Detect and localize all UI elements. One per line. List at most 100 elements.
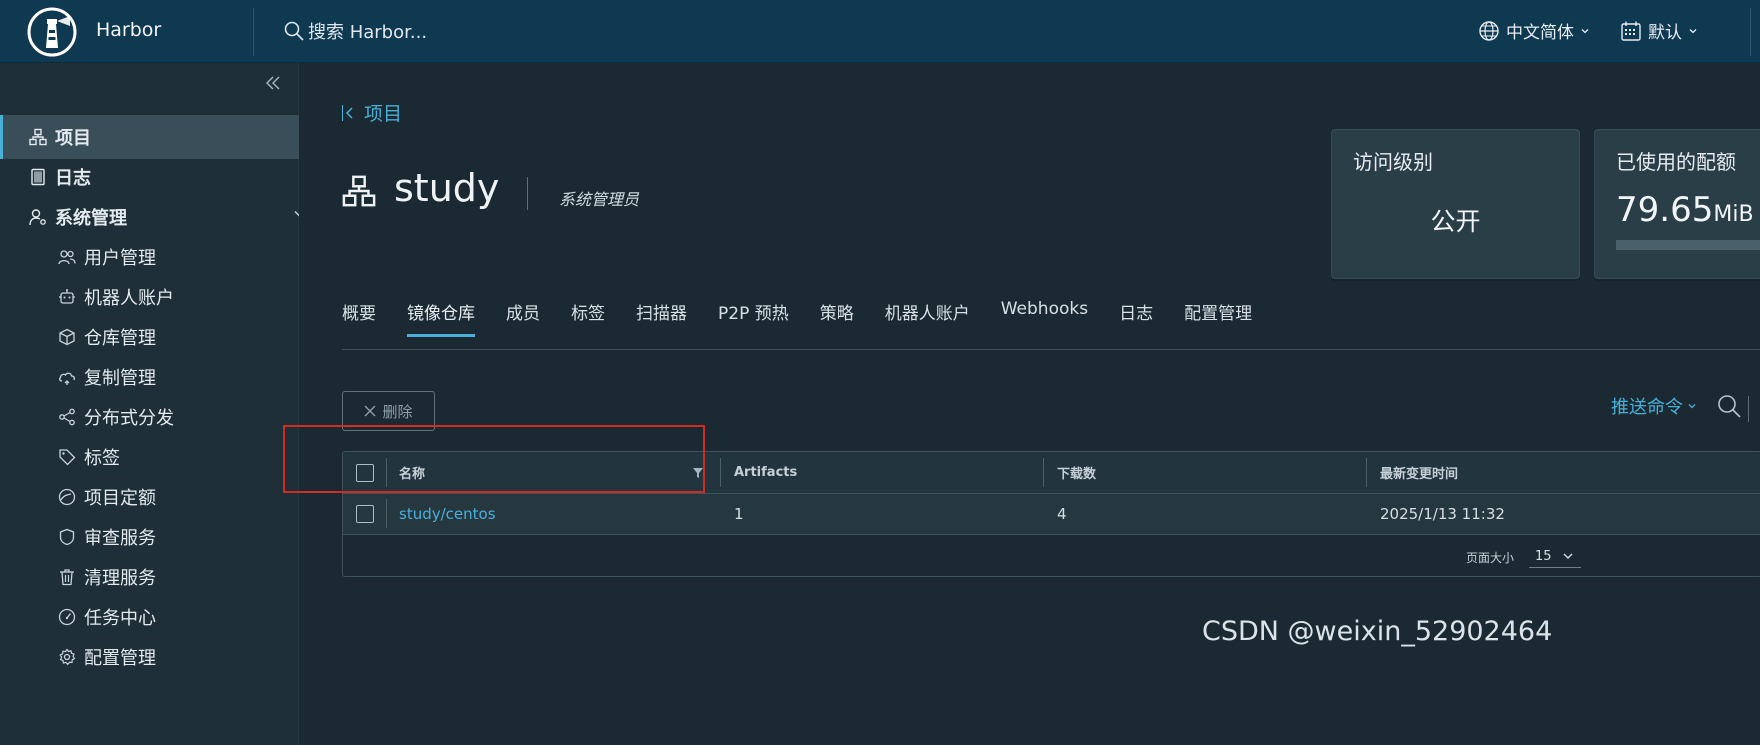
- sidebar-item-label: 清理服务: [84, 568, 156, 589]
- column-divider: [1043, 458, 1044, 487]
- tab-robot-accounts[interactable]: 机器人账户: [885, 299, 970, 337]
- language-label: 中文简体: [1506, 23, 1574, 43]
- push-command-dropdown[interactable]: 推送命令: [1611, 393, 1697, 419]
- quota-card: 已使用的配额 79.65MiB: [1594, 129, 1760, 279]
- sidebar-item-administration[interactable]: 系统管理: [0, 195, 325, 239]
- brand-name[interactable]: Harbor: [96, 19, 161, 41]
- sidebar-item-label: 分布式分发: [84, 408, 174, 429]
- globe-icon: [1478, 20, 1500, 42]
- access-level-value: 公开: [1430, 207, 1481, 236]
- update-time: 2025/1/13 11:32: [1380, 505, 1505, 523]
- column-header-pulls[interactable]: 下载数: [1057, 452, 1096, 493]
- page-size-select[interactable]: 15: [1529, 545, 1581, 568]
- quota-progress-bar: [1616, 240, 1760, 250]
- pull-count: 4: [1057, 505, 1067, 523]
- sidebar-item-label: 系统管理: [55, 208, 127, 229]
- sidebar-item-label: 复制管理: [84, 368, 156, 389]
- access-level-card: 访问级别 公开: [1331, 129, 1580, 279]
- trash-icon: [56, 566, 78, 588]
- quota-icon: [56, 486, 78, 508]
- shield-icon: [56, 526, 78, 548]
- dashboard-icon: [56, 606, 78, 628]
- search-icon[interactable]: [1717, 394, 1741, 418]
- sidebar-item-label: 用户管理: [84, 248, 156, 269]
- harbor-logo-icon[interactable]: [26, 6, 78, 58]
- sidebar-item-label: 任务中心: [84, 608, 156, 629]
- column-header-update-time[interactable]: 最新变更时间: [1380, 452, 1458, 493]
- table-row[interactable]: study/centos 1 4 2025/1/13 11:32: [343, 494, 1760, 535]
- chevron-down-icon: [1562, 550, 1574, 562]
- robot-icon: [56, 286, 78, 308]
- page-size-label: 页面大小: [1466, 551, 1515, 565]
- sidebar-item-logs[interactable]: 日志: [0, 155, 325, 199]
- back-to-projects-link[interactable]: 项目: [342, 99, 402, 126]
- language-selector[interactable]: 中文简体: [1478, 18, 1590, 43]
- project-icon: [27, 126, 49, 148]
- header-divider: [253, 8, 254, 56]
- chevron-down-icon: [1580, 26, 1590, 36]
- tab-scanner[interactable]: 扫描器: [636, 299, 687, 337]
- tag-icon: [56, 446, 78, 468]
- registry-icon: [56, 326, 78, 348]
- search-placeholder[interactable]: 搜索 Harbor...: [308, 18, 427, 44]
- calendar-icon: [1620, 20, 1642, 42]
- chevron-down-icon: [1688, 26, 1698, 36]
- sidebar-item-label: 审查服务: [84, 528, 156, 549]
- column-divider: [386, 499, 387, 528]
- sidebar-item-label: 日志: [55, 168, 91, 189]
- tabs-divider: [342, 349, 1760, 350]
- theme-label: 默认: [1648, 23, 1682, 43]
- distribution-icon: [56, 406, 78, 428]
- quota-unit: MiB: [1713, 202, 1754, 227]
- replication-icon: [56, 366, 78, 388]
- sidebar-item-label: 项目: [55, 128, 91, 149]
- tab-members[interactable]: 成员: [506, 299, 540, 337]
- chevron-down-icon: [1687, 401, 1697, 411]
- log-icon: [27, 166, 49, 188]
- push-command-label: 推送命令: [1611, 397, 1683, 418]
- back-label: 项目: [364, 103, 403, 125]
- sidebar-item-projects[interactable]: 项目: [0, 115, 323, 159]
- tab-repositories[interactable]: 镜像仓库: [407, 299, 475, 337]
- column-divider: [720, 458, 721, 487]
- column-divider: [1366, 458, 1367, 487]
- title-divider: [527, 177, 528, 210]
- quota-number: 79.65: [1616, 190, 1714, 230]
- global-search[interactable]: 搜索 Harbor...: [284, 18, 427, 44]
- sidebar-item-label: 标签: [84, 448, 120, 469]
- watermark: CSDN @weixin_52902464: [1202, 616, 1553, 647]
- tab-p2p-preheat[interactable]: P2P 预热: [718, 299, 789, 337]
- tab-configuration[interactable]: 配置管理: [1184, 299, 1252, 337]
- project-tabs: 概要 镜像仓库 成员 标签 扫描器 P2P 预热 策略 机器人账户 Webhoo…: [342, 299, 1283, 337]
- header-divider: [1750, 8, 1751, 56]
- tab-webhooks[interactable]: Webhooks: [1001, 299, 1088, 337]
- gear-icon: [56, 646, 78, 668]
- delete-label: 删除: [382, 402, 413, 421]
- search-icon: [284, 21, 304, 41]
- collapse-sidebar-icon[interactable]: [265, 75, 281, 91]
- quota-value: 79.65MiB: [1616, 190, 1754, 230]
- tab-policy[interactable]: 策略: [820, 299, 854, 337]
- row-checkbox[interactable]: [356, 494, 374, 534]
- tab-labels[interactable]: 标签: [571, 299, 605, 337]
- users-icon: [56, 246, 78, 268]
- artifacts-count: 1: [734, 505, 744, 523]
- sidebar-item-label: 仓库管理: [84, 328, 156, 349]
- admin-icon: [27, 206, 49, 228]
- tab-logs[interactable]: 日志: [1119, 299, 1153, 337]
- project-icon: [342, 174, 376, 208]
- card-title: 已使用的配额: [1616, 150, 1736, 174]
- sidebar-item-label: 项目定额: [84, 488, 156, 509]
- toolbar-divider: [1748, 396, 1749, 422]
- repository-name-link[interactable]: study/centos: [399, 494, 496, 534]
- sidebar: 项目 日志 系统管理 用户管理 机器人账户 仓库管理 复制管理 分布式分发 标签…: [0, 63, 323, 745]
- tab-summary[interactable]: 概要: [342, 299, 376, 337]
- page-size-value: 15: [1535, 548, 1552, 564]
- project-role: 系统管理员: [559, 190, 640, 209]
- close-icon: [364, 405, 376, 417]
- sidebar-item-label: 机器人账户: [84, 288, 174, 309]
- column-header-artifacts[interactable]: Artifacts: [734, 452, 797, 493]
- theme-selector[interactable]: 默认: [1620, 18, 1698, 43]
- highlight-box: [283, 425, 705, 493]
- sidebar-item-label: 配置管理: [84, 648, 156, 669]
